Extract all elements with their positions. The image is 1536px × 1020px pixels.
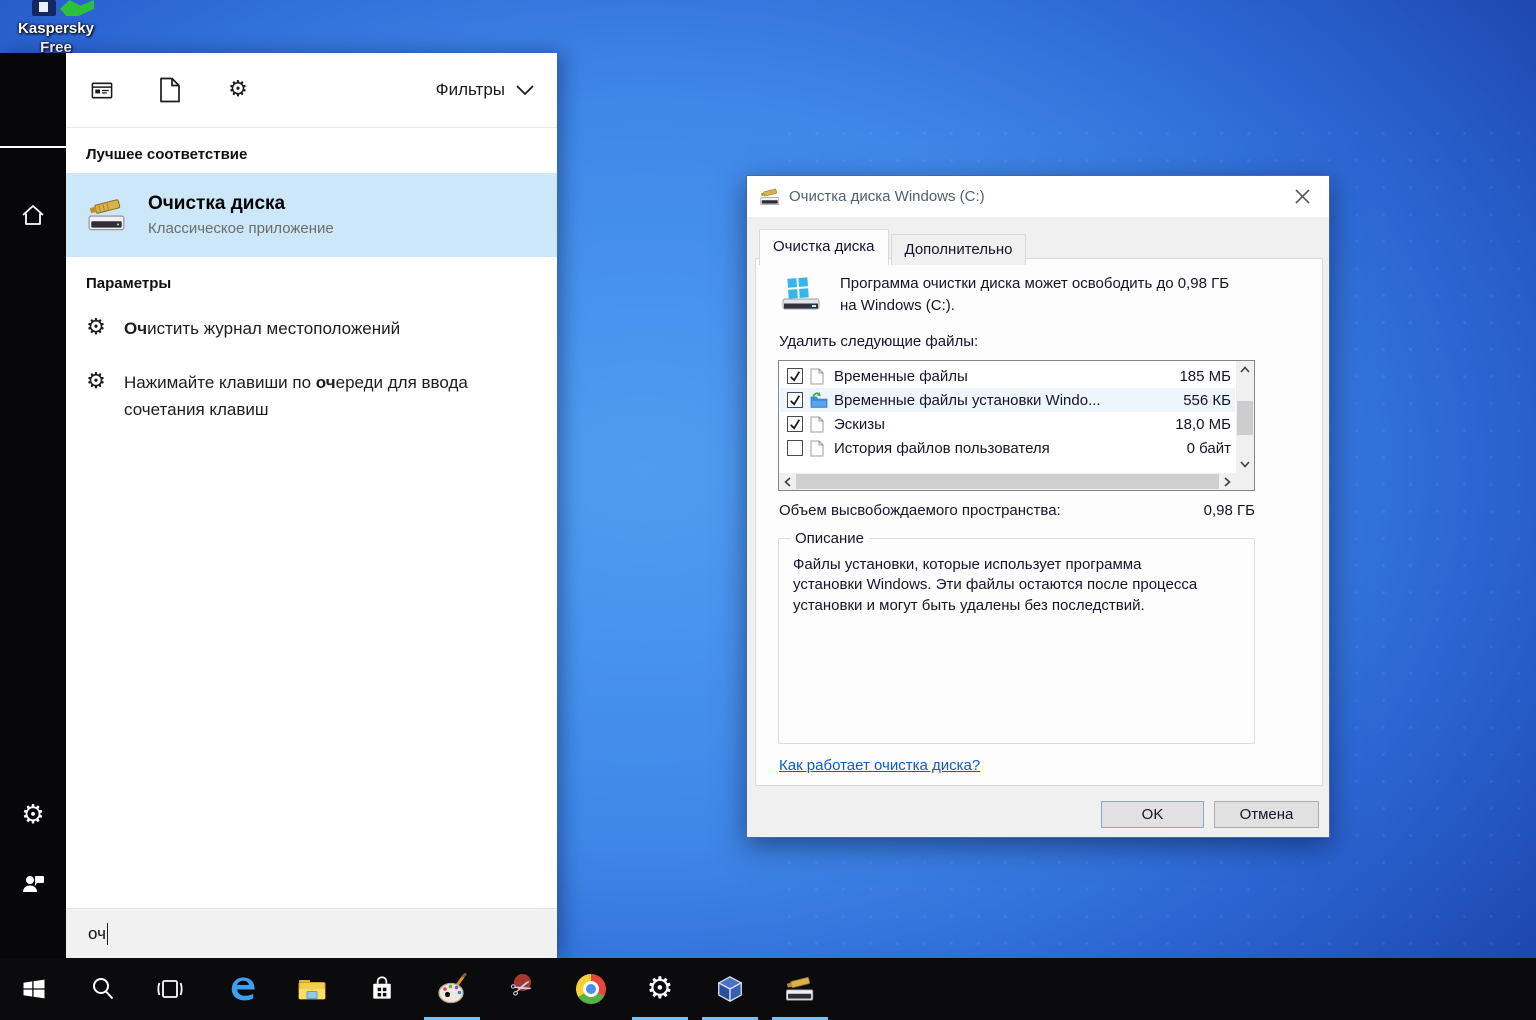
cancel-button[interactable]: Отмена <box>1214 801 1319 828</box>
home-icon[interactable] <box>0 191 66 239</box>
files-listbox: Временные файлы 185 МБ Временные файлы у… <box>778 360 1255 491</box>
tab-more-options[interactable]: Дополнительно <box>891 234 1027 265</box>
disk-cleanup-dialog: Очистка диска Windows (C:) Очистка диска… <box>746 175 1330 838</box>
edge-icon[interactable] <box>219 958 267 1020</box>
kaspersky-icon <box>8 0 104 17</box>
settings-filter-icon[interactable]: ⚙ <box>226 78 250 102</box>
checkbox-unchecked[interactable] <box>787 440 803 456</box>
horizontal-scrollbar[interactable] <box>779 473 1236 490</box>
checkbox-checked[interactable] <box>787 416 803 432</box>
start-button[interactable] <box>10 958 58 1020</box>
apps-filter-icon[interactable] <box>90 78 114 102</box>
paint-icon[interactable] <box>428 958 476 1020</box>
scrollbar-corner <box>1236 473 1254 490</box>
param-item-clear-location-history[interactable]: ⚙ Очистить журнал местоположений <box>66 302 557 356</box>
settings-gear-icon[interactable]: ⚙ <box>0 791 66 839</box>
folder-refresh-icon <box>810 392 828 408</box>
param-item-label: Очистить журнал местоположений <box>124 316 469 342</box>
scroll-left-icon[interactable] <box>779 473 796 490</box>
gear-icon: ⚙ <box>84 371 108 393</box>
disk-cleanup-taskbar-icon[interactable] <box>776 958 824 1020</box>
file-icon <box>810 368 828 385</box>
dialog-titlebar[interactable]: Очистка диска Windows (C:) <box>747 176 1329 218</box>
ok-button[interactable]: OK <box>1101 801 1204 828</box>
file-icon <box>810 416 828 433</box>
file-row-windows-setup-temp[interactable]: Временные файлы установки Windo... 556 К… <box>780 388 1235 412</box>
shortcut-label: Kaspersky Free <box>8 20 104 58</box>
disk-cleanup-icon <box>759 186 781 208</box>
file-row-temp-files[interactable]: Временные файлы 185 МБ <box>780 364 1235 388</box>
param-item-sticky-keys[interactable]: ⚙ Нажимайте клавиши по очереди для ввода… <box>66 356 557 437</box>
start-search-panel: ⚙ ⚙ Фильтры Лучшее соответствие <box>0 53 557 958</box>
tab-disk-cleanup[interactable]: Очистка диска <box>759 229 889 265</box>
chevron-down-icon <box>515 84 535 96</box>
space-gained-value: 0,98 ГБ <box>1204 502 1255 519</box>
snipping-tool-icon[interactable]: ✂ <box>498 958 546 1020</box>
search-input[interactable]: оч <box>66 908 557 958</box>
chrome-icon[interactable] <box>567 958 615 1020</box>
file-explorer-icon[interactable] <box>288 958 336 1020</box>
scroll-up-icon[interactable] <box>1236 361 1254 378</box>
file-row-thumbnails[interactable]: Эскизы 18,0 МБ <box>780 412 1235 436</box>
result-subtitle: Классическое приложение <box>148 220 334 237</box>
disk-cleanup-icon <box>86 194 128 236</box>
dialog-tabs: Очистка диска Дополнительно <box>759 229 1026 265</box>
scrollbar-thumb[interactable] <box>1237 401 1253 435</box>
settings-gear-icon[interactable]: ⚙ <box>636 958 684 1020</box>
search-input-value: оч <box>88 924 106 944</box>
hard-drive-icon <box>776 269 826 319</box>
search-panel-body: ⚙ Фильтры Лучшее соответствие Очистка д <box>66 53 557 958</box>
vertical-scrollbar[interactable] <box>1236 361 1254 473</box>
file-icon <box>810 440 828 457</box>
close-icon[interactable] <box>1287 182 1317 212</box>
search-panel-header: ⚙ Фильтры <box>66 53 557 128</box>
description-title: Описание <box>790 530 869 547</box>
best-match-header: Лучшее соответствие <box>66 128 557 173</box>
dialog-title: Очистка диска Windows (C:) <box>789 188 985 205</box>
feedback-icon[interactable] <box>0 859 66 907</box>
virtualbox-icon[interactable] <box>706 958 754 1020</box>
search-icon[interactable] <box>79 958 127 1020</box>
how-cleanup-works-link[interactable]: Как работает очистка диска? <box>779 757 980 774</box>
tab-page: Программа очистки диска может освободить… <box>755 258 1323 786</box>
params-header: Параметры <box>66 257 557 302</box>
description-text: Файлы установки, которые использует прог… <box>779 539 1254 616</box>
files-list-label: Удалить следующие файлы: <box>779 333 978 350</box>
filters-dropdown[interactable]: Фильтры <box>436 80 535 100</box>
taskbar: ✂ ⚙ <box>0 958 1536 1020</box>
filters-label: Фильтры <box>436 80 505 100</box>
documents-filter-icon[interactable] <box>158 78 182 102</box>
result-title: Очистка диска <box>148 193 334 215</box>
space-gained-label: Объем высвобождаемого пространства: <box>779 502 1061 519</box>
checkbox-checked[interactable] <box>787 392 803 408</box>
intro-row: Программа очистки диска может освободить… <box>776 269 1280 319</box>
result-text: Очистка диска Классическое приложение <box>148 193 334 237</box>
file-row-user-file-history[interactable]: История файлов пользователя 0 байт <box>780 436 1235 460</box>
checkbox-checked[interactable] <box>787 368 803 384</box>
desktop-shortcut-kaspersky[interactable]: Kaspersky Free <box>8 0 104 58</box>
search-result-disk-cleanup[interactable]: Очистка диска Классическое приложение <box>66 173 557 257</box>
menu-icon[interactable] <box>0 123 66 171</box>
scroll-right-icon[interactable] <box>1219 473 1236 490</box>
text-caret <box>107 923 109 945</box>
gear-icon: ⚙ <box>84 317 108 339</box>
scroll-down-icon[interactable] <box>1236 456 1254 473</box>
store-icon[interactable] <box>358 958 406 1020</box>
intro-text: Программа очистки диска может освободить… <box>840 269 1280 319</box>
task-view-icon[interactable] <box>146 958 194 1020</box>
scrollbar-thumb[interactable] <box>796 474 1219 489</box>
space-gained-row: Объем высвобождаемого пространства: 0,98… <box>779 502 1255 519</box>
search-panel-rail: ⚙ <box>0 53 66 958</box>
param-item-label: Нажимайте клавиши по очереди для ввода с… <box>124 370 469 423</box>
description-groupbox: Описание Файлы установки, которые исполь… <box>778 538 1255 744</box>
